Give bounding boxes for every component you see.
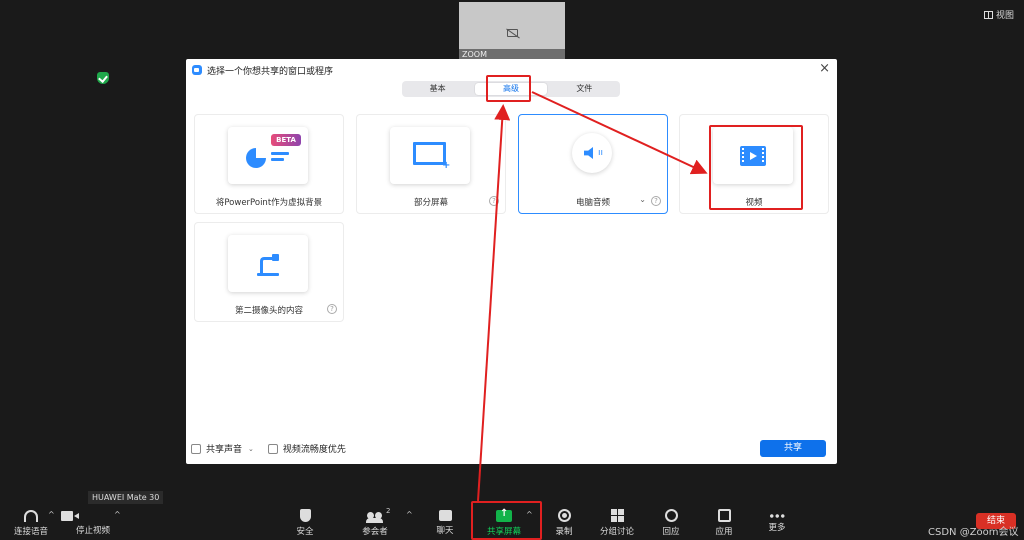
beta-badge: BETA (271, 134, 301, 146)
tab-basic[interactable]: 基本 (402, 81, 473, 97)
optimize-video-label: 视频流畅度优先 (282, 445, 346, 455)
breakout-rooms-icon (610, 509, 624, 522)
camera2-thumb (228, 235, 308, 292)
view-label: 视图 (995, 11, 1014, 21)
toolbar-label: 聊天 (436, 526, 454, 536)
help-icon[interactable]: ? (651, 196, 661, 206)
shield-icon (299, 509, 311, 522)
dialog-footer: 共享声音 ⌄ 视频流畅度优先 (191, 442, 346, 455)
plus-icon: + (442, 160, 451, 171)
share-dialog: 选择一个你想共享的窗口或程序 × 基本 高级 文件 BETA 将PowerPoi… (186, 59, 837, 464)
apps-button[interactable]: 应用 (694, 508, 754, 537)
ppt-thumb: BETA (228, 127, 308, 184)
watermark: CSDN @Zoom会议 (928, 527, 1019, 538)
text-line-icon (271, 152, 289, 155)
participants-options-caret[interactable]: ^ (406, 510, 413, 519)
video-camera-icon (61, 511, 73, 521)
annotation-box-video-card (709, 125, 803, 210)
tab-files[interactable]: 文件 (549, 81, 620, 97)
annotation-box-share-screen (471, 501, 542, 540)
dialog-title-bar: 选择一个你想共享的窗口或程序 (192, 63, 333, 77)
card-second-camera[interactable]: 第二摄像头的内容 ? (194, 222, 344, 322)
card-label: 将PowerPoint作为虚拟背景 (215, 198, 323, 208)
breakout-rooms-button[interactable]: 分组讨论 (587, 508, 647, 537)
reactions-button[interactable]: 回应 (641, 508, 701, 537)
zoom-logo-icon (192, 65, 202, 75)
self-view-tile[interactable]: ZOOM (459, 2, 565, 60)
card-computer-audio[interactable]: ıı 电脑音频 ⌄ ? (518, 114, 668, 214)
toolbar-label: 应用 (715, 527, 733, 537)
share-sound-label: 共享声音 (206, 445, 243, 455)
camera-off-icon (507, 29, 518, 37)
toolbar-label: 录制 (555, 527, 573, 537)
toolbar-label: 回应 (662, 527, 680, 537)
participants-button[interactable]: 参会者 (345, 508, 405, 537)
chevron-down-icon[interactable]: ⌄ (639, 195, 646, 204)
share-button[interactable]: 共享 (760, 440, 826, 457)
chat-icon (438, 510, 452, 521)
view-button[interactable]: 视图 (983, 8, 1014, 21)
security-button[interactable]: 安全 (275, 508, 335, 537)
toolbar-label: 停止视频 (75, 526, 110, 536)
record-icon (557, 509, 571, 522)
optimize-video-checkbox[interactable] (267, 443, 278, 454)
toolbar-label: 分组讨论 (599, 527, 634, 537)
dialog-title: 选择一个你想共享的窗口或程序 (207, 66, 334, 77)
card-partial-screen[interactable]: + 部分屏幕 ? (356, 114, 506, 214)
chevron-down-icon[interactable]: ⌄ (248, 445, 254, 453)
headset-icon (24, 510, 38, 522)
card-label: 第二摄像头的内容 (234, 306, 303, 316)
card-label: 部分屏幕 (413, 198, 448, 208)
toolbar-label: 更多 (768, 523, 786, 533)
participant-count: 2 (386, 507, 391, 515)
participants-icon (366, 512, 383, 523)
toolbar-label: 参会者 (362, 527, 388, 537)
card-ppt-background[interactable]: BETA 将PowerPoint作为虚拟背景 (194, 114, 344, 214)
encryption-shield-icon[interactable] (97, 72, 109, 84)
grid-icon (983, 10, 993, 19)
device-tooltip: HUAWEI Mate 30 (88, 491, 164, 504)
video-options-caret[interactable]: ^ (114, 510, 121, 519)
document-camera-icon (257, 253, 279, 277)
audio-options-caret[interactable]: ^ (48, 510, 55, 519)
text-line-icon (271, 158, 284, 161)
toolbar-label: 连接语音 (13, 527, 48, 537)
audio-thumb: ıı (552, 127, 632, 184)
annotation-box-advanced-tab (486, 75, 531, 102)
close-icon[interactable]: × (819, 62, 830, 76)
toolbar-label: 安全 (296, 527, 314, 537)
more-dots-icon (769, 514, 785, 518)
speaker-icon: ıı (572, 133, 612, 173)
partial-thumb: + (390, 127, 470, 184)
share-sound-checkbox[interactable] (191, 443, 201, 454)
pie-chart-icon (246, 148, 266, 168)
help-icon[interactable]: ? (489, 196, 499, 206)
apps-icon (717, 509, 731, 522)
record-button[interactable]: 录制 (534, 508, 594, 537)
more-button[interactable]: 更多 (747, 508, 807, 533)
smiley-icon (664, 509, 678, 522)
help-icon[interactable]: ? (327, 304, 337, 314)
chat-button[interactable]: 聊天 (415, 508, 475, 536)
